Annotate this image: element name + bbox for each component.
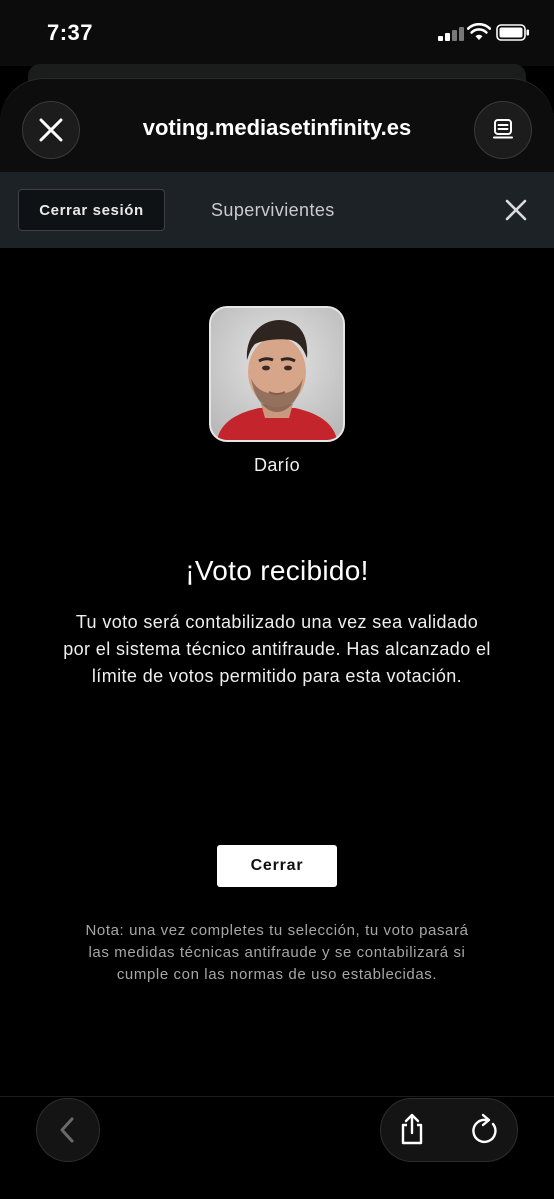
vote-confirmation-message: Tu voto será contabilizado una vez sea v… (63, 612, 491, 686)
vote-confirmation-title: ¡Voto recibido! (185, 555, 369, 586)
reader-mode-icon (493, 119, 513, 139)
url-label[interactable]: voting.mediasetinfinity.es (0, 115, 554, 141)
browser-top-bar: voting.mediasetinfinity.es (0, 78, 554, 172)
close-button[interactable]: Cerrar (217, 845, 337, 887)
status-bar: 7:37 (0, 0, 554, 66)
candidate-name: Darío (253, 455, 300, 475)
battery-icon (496, 24, 529, 41)
status-time: 7:37 (47, 20, 94, 45)
reload-icon[interactable] (469, 1112, 501, 1146)
reader-mode-button[interactable] (474, 101, 532, 159)
share-icon[interactable] (396, 1112, 428, 1146)
screen: 7:37 voting.mediasetinfinity.es Cerrar s… (0, 0, 554, 1199)
candidate-avatar (209, 306, 345, 442)
disclaimer-note: Nota: una vez completes tu selección, tu… (85, 922, 469, 983)
close-icon[interactable] (502, 196, 530, 224)
logout-button[interactable]: Cerrar sesión (18, 189, 165, 231)
cellular-signal-icon (438, 27, 464, 41)
chevron-left-icon (60, 1117, 74, 1143)
wifi-icon (467, 23, 491, 40)
header-title: Supervivientes (211, 200, 335, 220)
page-header: Cerrar sesión Supervivientes (0, 172, 554, 248)
back-button[interactable] (36, 1098, 100, 1162)
